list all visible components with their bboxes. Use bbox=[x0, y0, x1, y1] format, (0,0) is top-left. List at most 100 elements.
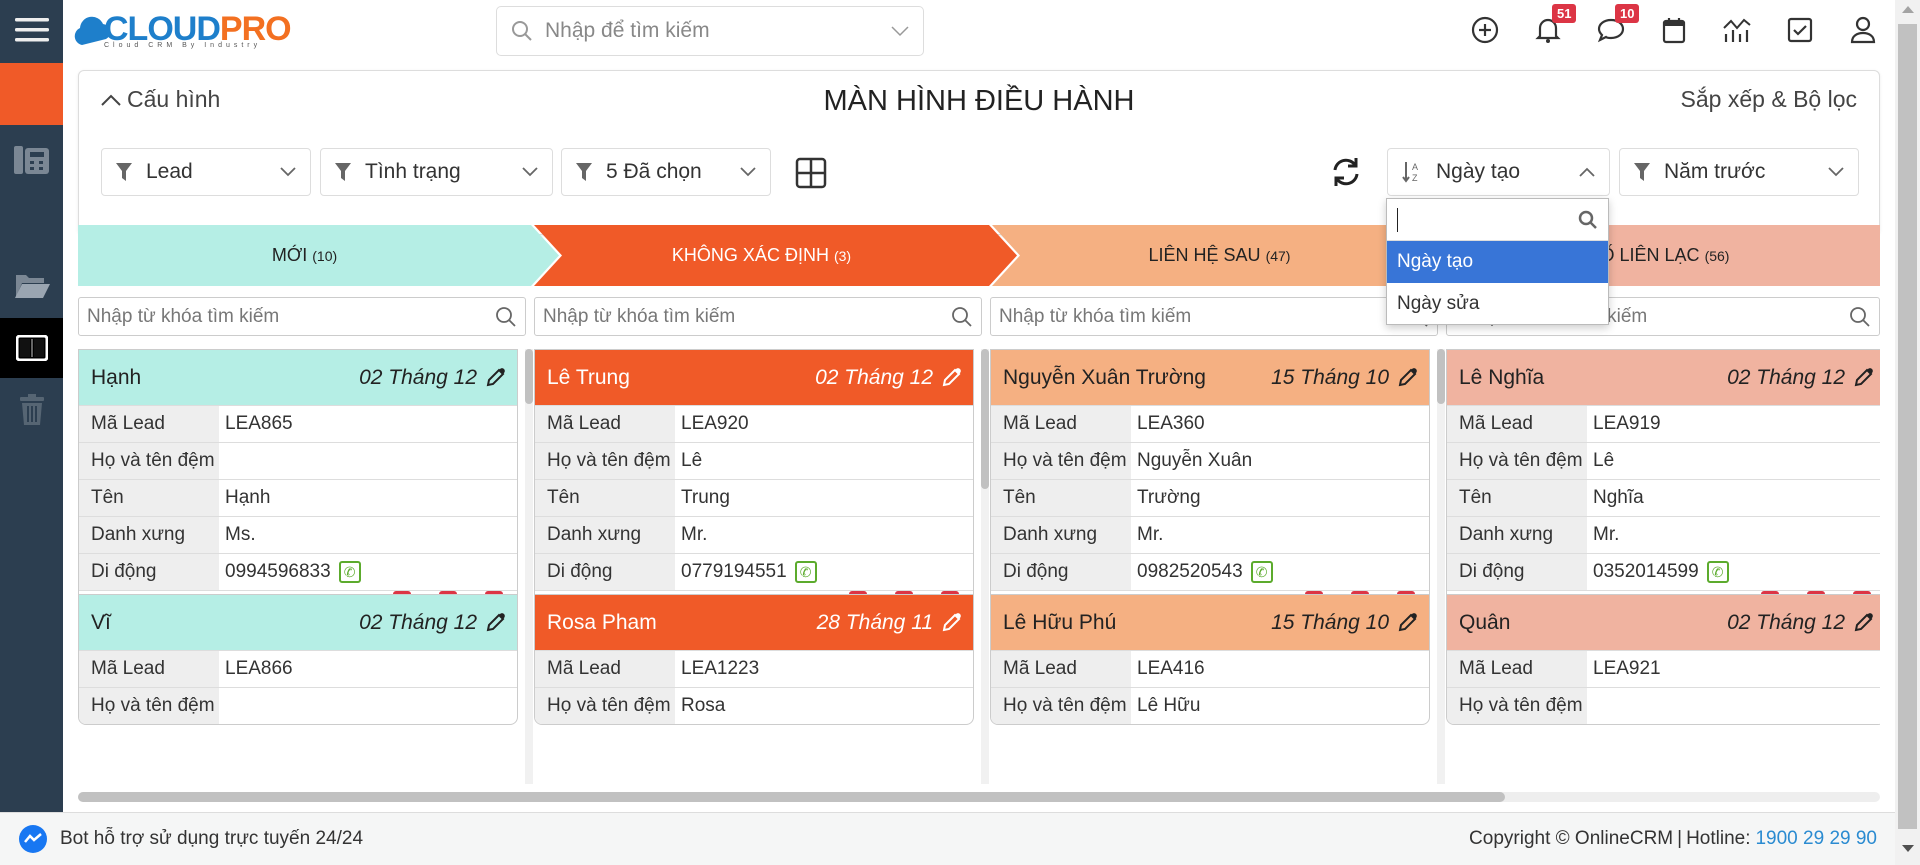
call-phone-icon[interactable]: ✆ bbox=[794, 561, 817, 583]
lead-card[interactable]: Quân 02 Tháng 12 Mã Lead LEA921 Họ và tên… bbox=[1446, 594, 1880, 725]
stage-new[interactable]: MỚI (10) bbox=[78, 225, 531, 286]
field-label: Danh xưng bbox=[79, 517, 219, 553]
lead-name[interactable]: Lê Trung bbox=[547, 366, 815, 390]
field-value: Mr. bbox=[1593, 524, 1620, 545]
field-row-lead-code: Mã Lead LEA919 bbox=[1447, 405, 1880, 442]
lead-card[interactable]: Lê Trung 02 Tháng 12 Mã Lead LEA920 Họ và… bbox=[534, 349, 974, 633]
edit-pencil-icon[interactable] bbox=[485, 612, 505, 633]
sort-dropdown-search[interactable] bbox=[1387, 199, 1608, 241]
calendar-button[interactable] bbox=[1656, 12, 1692, 48]
messenger-icon[interactable] bbox=[18, 824, 48, 854]
quick-create-button[interactable] bbox=[1467, 12, 1503, 48]
lead-name[interactable]: Rosa Pham bbox=[547, 611, 817, 635]
horizontal-scrollbar[interactable] bbox=[78, 792, 1880, 802]
lead-name[interactable]: Lê Hữu Phú bbox=[1003, 611, 1271, 635]
messages-badge: 10 bbox=[1615, 4, 1640, 23]
lead-date: 02 Tháng 12 bbox=[359, 365, 477, 389]
notifications-button[interactable]: 51 bbox=[1530, 4, 1577, 48]
chatbot-link[interactable]: Bot hỗ trợ sử dụng trực tuyến 24/24 bbox=[60, 828, 1469, 850]
call-phone-icon[interactable]: ✆ bbox=[338, 561, 361, 583]
edit-pencil-icon[interactable] bbox=[1397, 612, 1417, 633]
edit-pencil-icon[interactable] bbox=[1853, 367, 1873, 388]
field-label: Mã Lead bbox=[1447, 406, 1587, 442]
field-value: LEA920 bbox=[681, 413, 749, 434]
stage-contact-later[interactable]: LIÊN HỆ SAU (47) bbox=[992, 225, 1447, 286]
reports-button[interactable] bbox=[1719, 12, 1755, 48]
module-filter-select[interactable]: Lead bbox=[101, 148, 311, 196]
edit-pencil-icon[interactable] bbox=[1397, 367, 1417, 388]
lead-card-header: Vĩ 02 Tháng 12 bbox=[79, 595, 517, 650]
hotline-number[interactable]: 1900 29 29 90 bbox=[1755, 828, 1877, 850]
column-scrollbar[interactable] bbox=[981, 349, 989, 784]
lead-card[interactable]: Lê Hữu Phú 15 Tháng 10 Mã Lead LEA416 Họ … bbox=[990, 594, 1430, 725]
column-search-input[interactable]: Nhập từ khóa tìm kiếm bbox=[78, 297, 526, 336]
sidebar-item-active-module[interactable] bbox=[0, 63, 63, 125]
user-profile-button[interactable] bbox=[1845, 12, 1881, 48]
stage-name: Ố LIÊN LẠC bbox=[1600, 245, 1700, 265]
sidebar-item-kanban[interactable] bbox=[0, 318, 63, 378]
stage-undefined[interactable]: KHÔNG XÁC ĐỊNH (3) bbox=[534, 225, 989, 286]
layout-toggle-button[interactable] bbox=[795, 157, 827, 189]
scroll-down-arrow[interactable] bbox=[1902, 845, 1914, 852]
sort-select[interactable]: AZ Ngày tạo bbox=[1387, 148, 1610, 196]
sort-filter-link[interactable]: Sắp xếp & Bộ lọc bbox=[1681, 86, 1857, 113]
filter-icon bbox=[335, 163, 351, 181]
menu-button[interactable] bbox=[0, 0, 63, 60]
global-search-placeholder: Nhập để tìm kiếm bbox=[545, 19, 710, 42]
lead-card-header: Lê Nghĩa 02 Tháng 12 bbox=[1447, 350, 1880, 405]
lead-card[interactable]: Vĩ 02 Tháng 12 Mã Lead LEA866 Họ và tên đ… bbox=[78, 594, 518, 725]
lead-name[interactable]: Quân bbox=[1459, 611, 1727, 635]
column-search-input[interactable]: Nhập từ khóa tìm kiếm bbox=[534, 297, 982, 336]
stage-count: (47) bbox=[1265, 247, 1291, 264]
cloudpro-logo[interactable]: CLOUD PRO Cloud CRM By Industry bbox=[72, 4, 292, 54]
field-label: Di động bbox=[79, 554, 219, 590]
field-row-middle-name: Họ và tên đệm bbox=[79, 687, 517, 724]
lead-name[interactable]: Lê Nghĩa bbox=[1459, 366, 1727, 390]
sort-option-modified-date[interactable]: Ngày sửa bbox=[1387, 283, 1608, 325]
lead-name[interactable]: Hạnh bbox=[91, 366, 359, 390]
call-phone-icon[interactable]: ✆ bbox=[1250, 561, 1273, 583]
edit-pencil-icon[interactable] bbox=[941, 612, 961, 633]
field-value: LEA919 bbox=[1593, 413, 1661, 434]
horizontal-scrollbar-thumb[interactable] bbox=[78, 792, 1505, 802]
scroll-up-arrow[interactable] bbox=[1902, 6, 1914, 13]
column-search-input[interactable]: Nhập từ khóa tìm kiếm bbox=[990, 297, 1438, 336]
column-scrollbar[interactable] bbox=[1437, 349, 1445, 784]
edit-pencil-icon[interactable] bbox=[485, 367, 505, 388]
field-label: Họ và tên đệm bbox=[79, 688, 219, 724]
field-row-middle-name: Họ và tên đệm bbox=[79, 442, 517, 479]
page-scrollbar[interactable] bbox=[1895, 0, 1920, 865]
lead-card[interactable]: Rosa Pham 28 Tháng 11 Mã Lead LEA1223 Họ … bbox=[534, 594, 974, 725]
lead-card[interactable]: Hạnh 02 Tháng 12 Mã Lead LEA865 Họ và tên… bbox=[78, 349, 518, 633]
column-scrollbar-thumb[interactable] bbox=[1437, 349, 1445, 404]
mobile-number: 0352014599 bbox=[1593, 561, 1699, 582]
column-scrollbar-thumb[interactable] bbox=[981, 349, 989, 489]
sidebar-item-trash[interactable] bbox=[0, 390, 63, 430]
lead-name[interactable]: Vĩ bbox=[91, 611, 359, 635]
time-filter-select[interactable]: Năm trước bbox=[1619, 148, 1859, 196]
footer-separator: | bbox=[1677, 828, 1683, 849]
grid-layout-icon bbox=[795, 157, 827, 189]
global-search-input[interactable]: Nhập để tìm kiếm bbox=[496, 6, 924, 56]
hotline-label: Hotline: bbox=[1686, 828, 1751, 849]
tasks-button[interactable] bbox=[1782, 12, 1818, 48]
messages-button[interactable]: 10 bbox=[1593, 4, 1640, 48]
field-value bbox=[219, 688, 517, 724]
lead-card[interactable]: Nguyễn Xuân Trường 15 Tháng 10 Mã Lead LE… bbox=[990, 349, 1430, 633]
page-scrollbar-thumb[interactable] bbox=[1898, 24, 1917, 829]
lead-name[interactable]: Nguyễn Xuân Trường bbox=[1003, 366, 1271, 390]
sidebar-item-documents[interactable] bbox=[0, 265, 63, 305]
status-field-select[interactable]: Tình trạng bbox=[320, 148, 553, 196]
edit-pencil-icon[interactable] bbox=[941, 367, 961, 388]
column-scrollbar-thumb[interactable] bbox=[525, 349, 533, 404]
refresh-button[interactable] bbox=[1329, 155, 1363, 189]
lead-card[interactable]: Lê Nghĩa 02 Tháng 12 Mã Lead LEA919 Họ và… bbox=[1446, 349, 1880, 633]
call-phone-icon[interactable]: ✆ bbox=[1706, 561, 1729, 583]
sort-option-created-date[interactable]: Ngày tạo bbox=[1387, 241, 1608, 283]
edit-pencil-icon[interactable] bbox=[1853, 612, 1873, 633]
status-values-select[interactable]: 5 Đã chọn bbox=[561, 148, 771, 196]
sidebar-item-phone[interactable] bbox=[0, 140, 63, 180]
column-scrollbar[interactable] bbox=[525, 349, 533, 784]
field-label: Họ và tên đệm bbox=[1447, 443, 1587, 479]
chevron-down-icon bbox=[891, 26, 909, 37]
